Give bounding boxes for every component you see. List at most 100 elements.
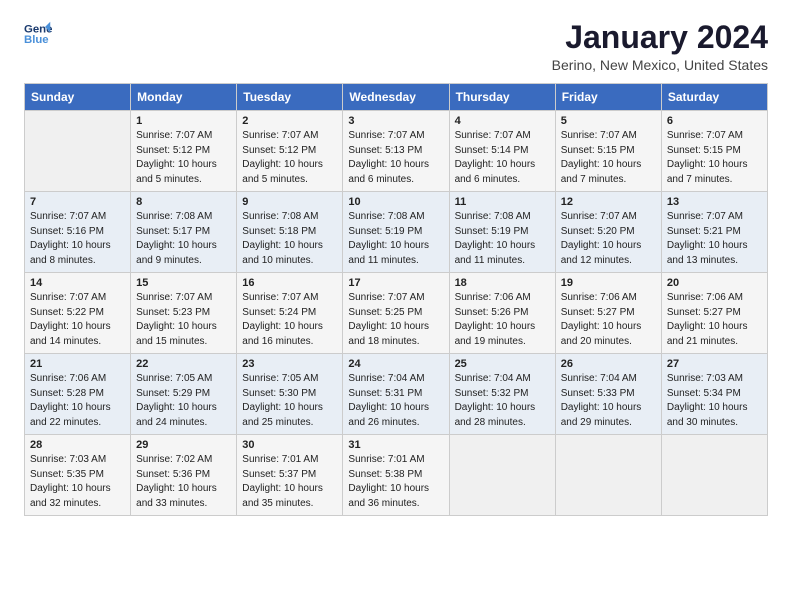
- day-info: Sunrise: 7:04 AMSunset: 5:32 PMDaylight:…: [455, 372, 550, 430]
- day-number: 8: [136, 196, 231, 208]
- day-info: Sunrise: 7:07 AMSunset: 5:24 PMDaylight:…: [242, 291, 337, 349]
- day-info: Sunrise: 7:03 AMSunset: 5:34 PMDaylight:…: [667, 372, 762, 430]
- month-title: January 2024: [552, 20, 768, 55]
- day-number: 9: [242, 196, 337, 208]
- day-info: Sunrise: 7:08 AMSunset: 5:19 PMDaylight:…: [348, 210, 443, 268]
- header: General Blue January 2024 Berino, New Me…: [24, 20, 768, 73]
- day-number: 29: [136, 439, 231, 451]
- calendar-header-cell: Friday: [555, 84, 661, 111]
- calendar-cell: 18 Sunrise: 7:06 AMSunset: 5:26 PMDayligh…: [449, 273, 555, 354]
- calendar-cell: 20 Sunrise: 7:06 AMSunset: 5:27 PMDayligh…: [661, 273, 767, 354]
- calendar-cell: 9 Sunrise: 7:08 AMSunset: 5:18 PMDaylight…: [237, 192, 343, 273]
- calendar-cell: [449, 435, 555, 516]
- day-number: 31: [348, 439, 443, 451]
- day-info: Sunrise: 7:08 AMSunset: 5:17 PMDaylight:…: [136, 210, 231, 268]
- day-info: Sunrise: 7:08 AMSunset: 5:18 PMDaylight:…: [242, 210, 337, 268]
- day-info: Sunrise: 7:07 AMSunset: 5:15 PMDaylight:…: [667, 129, 762, 187]
- calendar-cell: 4 Sunrise: 7:07 AMSunset: 5:14 PMDaylight…: [449, 111, 555, 192]
- day-number: 4: [455, 115, 550, 127]
- day-number: 5: [561, 115, 656, 127]
- calendar-week-row: 28 Sunrise: 7:03 AMSunset: 5:35 PMDayligh…: [25, 435, 768, 516]
- day-number: 25: [455, 358, 550, 370]
- calendar-body: 1 Sunrise: 7:07 AMSunset: 5:12 PMDaylight…: [25, 111, 768, 516]
- day-info: Sunrise: 7:07 AMSunset: 5:23 PMDaylight:…: [136, 291, 231, 349]
- day-info: Sunrise: 7:06 AMSunset: 5:27 PMDaylight:…: [561, 291, 656, 349]
- calendar-cell: 25 Sunrise: 7:04 AMSunset: 5:32 PMDayligh…: [449, 354, 555, 435]
- day-number: 30: [242, 439, 337, 451]
- day-number: 1: [136, 115, 231, 127]
- day-info: Sunrise: 7:07 AMSunset: 5:22 PMDaylight:…: [30, 291, 125, 349]
- day-number: 27: [667, 358, 762, 370]
- calendar-cell: 29 Sunrise: 7:02 AMSunset: 5:36 PMDayligh…: [131, 435, 237, 516]
- day-info: Sunrise: 7:04 AMSunset: 5:31 PMDaylight:…: [348, 372, 443, 430]
- title-area: January 2024 Berino, New Mexico, United …: [552, 20, 768, 73]
- day-info: Sunrise: 7:07 AMSunset: 5:15 PMDaylight:…: [561, 129, 656, 187]
- calendar-header-cell: Tuesday: [237, 84, 343, 111]
- calendar-cell: 17 Sunrise: 7:07 AMSunset: 5:25 PMDayligh…: [343, 273, 449, 354]
- calendar-header-cell: Saturday: [661, 84, 767, 111]
- calendar-cell: 27 Sunrise: 7:03 AMSunset: 5:34 PMDayligh…: [661, 354, 767, 435]
- day-number: 28: [30, 439, 125, 451]
- logo: General Blue: [24, 20, 52, 48]
- day-info: Sunrise: 7:05 AMSunset: 5:29 PMDaylight:…: [136, 372, 231, 430]
- calendar-cell: 26Sunrise: 7:04 AMSunset: 5:33 PMDayligh…: [555, 354, 661, 435]
- calendar-cell: [25, 111, 131, 192]
- day-number: 18: [455, 277, 550, 289]
- calendar-cell: 2 Sunrise: 7:07 AMSunset: 5:12 PMDaylight…: [237, 111, 343, 192]
- calendar-week-row: 14 Sunrise: 7:07 AMSunset: 5:22 PMDayligh…: [25, 273, 768, 354]
- calendar-week-row: 21 Sunrise: 7:06 AMSunset: 5:28 PMDayligh…: [25, 354, 768, 435]
- day-info: Sunrise: 7:07 AMSunset: 5:12 PMDaylight:…: [136, 129, 231, 187]
- day-number: 22: [136, 358, 231, 370]
- calendar-cell: [661, 435, 767, 516]
- day-info: Sunrise: 7:02 AMSunset: 5:36 PMDaylight:…: [136, 453, 231, 511]
- day-number: 6: [667, 115, 762, 127]
- day-number: 23: [242, 358, 337, 370]
- calendar-cell: 19 Sunrise: 7:06 AMSunset: 5:27 PMDayligh…: [555, 273, 661, 354]
- svg-text:Blue: Blue: [24, 34, 49, 46]
- calendar-cell: 14 Sunrise: 7:07 AMSunset: 5:22 PMDayligh…: [25, 273, 131, 354]
- day-number: 10: [348, 196, 443, 208]
- calendar-cell: [555, 435, 661, 516]
- calendar-header-cell: Wednesday: [343, 84, 449, 111]
- logo-icon: General Blue: [24, 20, 52, 48]
- calendar-header-row: SundayMondayTuesdayWednesdayThursdayFrid…: [25, 84, 768, 111]
- calendar-cell: 22 Sunrise: 7:05 AMSunset: 5:29 PMDayligh…: [131, 354, 237, 435]
- day-info: Sunrise: 7:07 AMSunset: 5:12 PMDaylight:…: [242, 129, 337, 187]
- day-number: 14: [30, 277, 125, 289]
- day-number: 21: [30, 358, 125, 370]
- day-number: 19: [561, 277, 656, 289]
- day-info: Sunrise: 7:05 AMSunset: 5:30 PMDaylight:…: [242, 372, 337, 430]
- day-info: Sunrise: 7:06 AMSunset: 5:28 PMDaylight:…: [30, 372, 125, 430]
- calendar-cell: 12Sunrise: 7:07 AMSunset: 5:20 PMDayligh…: [555, 192, 661, 273]
- day-info: Sunrise: 7:07 AMSunset: 5:14 PMDaylight:…: [455, 129, 550, 187]
- calendar-header-cell: Monday: [131, 84, 237, 111]
- calendar-cell: 5 Sunrise: 7:07 AMSunset: 5:15 PMDaylight…: [555, 111, 661, 192]
- calendar-cell: 11 Sunrise: 7:08 AMSunset: 5:19 PMDayligh…: [449, 192, 555, 273]
- day-number: 15: [136, 277, 231, 289]
- day-info: Sunrise: 7:07 AMSunset: 5:21 PMDaylight:…: [667, 210, 762, 268]
- day-number: 17: [348, 277, 443, 289]
- day-number: 24: [348, 358, 443, 370]
- calendar-header-cell: Thursday: [449, 84, 555, 111]
- day-info: Sunrise: 7:01 AMSunset: 5:37 PMDaylight:…: [242, 453, 337, 511]
- day-info: Sunrise: 7:08 AMSunset: 5:19 PMDaylight:…: [455, 210, 550, 268]
- day-number: 2: [242, 115, 337, 127]
- day-info: Sunrise: 7:07 AMSunset: 5:20 PMDaylight:…: [561, 210, 656, 268]
- day-number: 11: [455, 196, 550, 208]
- day-info: Sunrise: 7:07 AMSunset: 5:25 PMDaylight:…: [348, 291, 443, 349]
- subtitle: Berino, New Mexico, United States: [552, 57, 768, 73]
- calendar-cell: 7Sunrise: 7:07 AMSunset: 5:16 PMDaylight…: [25, 192, 131, 273]
- calendar-cell: 16Sunrise: 7:07 AMSunset: 5:24 PMDayligh…: [237, 273, 343, 354]
- calendar-cell: 30 Sunrise: 7:01 AMSunset: 5:37 PMDayligh…: [237, 435, 343, 516]
- calendar-cell: 13Sunrise: 7:07 AMSunset: 5:21 PMDayligh…: [661, 192, 767, 273]
- day-info: Sunrise: 7:03 AMSunset: 5:35 PMDaylight:…: [30, 453, 125, 511]
- calendar-week-row: 1 Sunrise: 7:07 AMSunset: 5:12 PMDaylight…: [25, 111, 768, 192]
- calendar-cell: 10 Sunrise: 7:08 AMSunset: 5:19 PMDayligh…: [343, 192, 449, 273]
- day-info: Sunrise: 7:07 AMSunset: 5:13 PMDaylight:…: [348, 129, 443, 187]
- day-number: 7: [30, 196, 125, 208]
- calendar-cell: 23 Sunrise: 7:05 AMSunset: 5:30 PMDayligh…: [237, 354, 343, 435]
- day-info: Sunrise: 7:06 AMSunset: 5:26 PMDaylight:…: [455, 291, 550, 349]
- day-number: 20: [667, 277, 762, 289]
- calendar-cell: 8 Sunrise: 7:08 AMSunset: 5:17 PMDaylight…: [131, 192, 237, 273]
- day-info: Sunrise: 7:06 AMSunset: 5:27 PMDaylight:…: [667, 291, 762, 349]
